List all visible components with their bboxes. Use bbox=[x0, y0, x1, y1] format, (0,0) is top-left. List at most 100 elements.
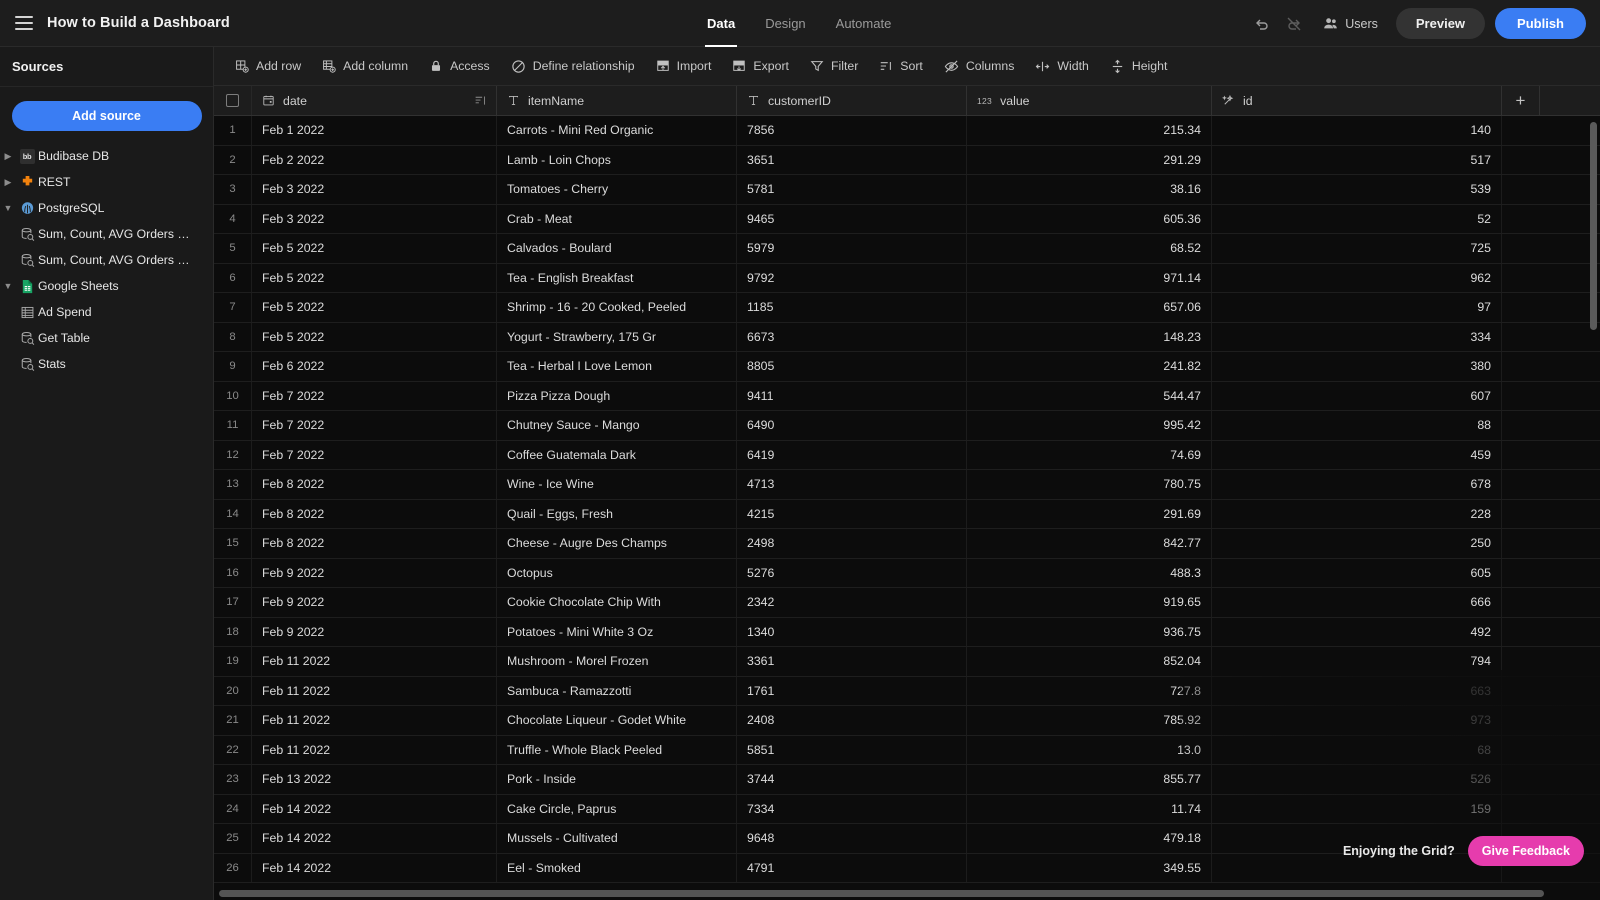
cell-customerid[interactable]: 5979 bbox=[737, 234, 967, 263]
cell-id[interactable]: 68 bbox=[1212, 735, 1502, 764]
row-number[interactable]: 8 bbox=[214, 322, 252, 351]
cell-id[interactable]: 88 bbox=[1212, 411, 1502, 440]
cell-value[interactable]: 11.74 bbox=[967, 794, 1212, 823]
table-row[interactable]: 8 Feb 5 2022 Yogurt - Strawberry, 175 Gr 66… bbox=[214, 322, 1600, 352]
row-number[interactable]: 24 bbox=[214, 794, 252, 823]
cell-value[interactable]: 936.75 bbox=[967, 617, 1212, 646]
cell-value[interactable]: 241.82 bbox=[967, 352, 1212, 381]
cell-id[interactable]: 228 bbox=[1212, 499, 1502, 528]
cell-id[interactable]: 794 bbox=[1212, 647, 1502, 676]
cell-itemname[interactable]: Wine - Ice Wine bbox=[497, 470, 737, 499]
table-row[interactable]: 15 Feb 8 2022 Cheese - Augre Des Champs 249… bbox=[214, 529, 1600, 559]
sidebar-item-google-sheets[interactable]: ▼ Google Sheets bbox=[0, 273, 213, 299]
cell-customerid[interactable]: 7856 bbox=[737, 116, 967, 145]
add-source-button[interactable]: Add source bbox=[11, 101, 202, 131]
row-number[interactable]: 16 bbox=[214, 558, 252, 587]
cell-date[interactable]: Feb 14 2022 bbox=[252, 794, 497, 823]
table-row[interactable]: 17 Feb 9 2022 Cookie Chocolate Chip With 23… bbox=[214, 588, 1600, 618]
table-row[interactable]: 14 Feb 8 2022 Quail - Eggs, Fresh 4215 291.6… bbox=[214, 499, 1600, 529]
cell-itemname[interactable]: Calvados - Boulard bbox=[497, 234, 737, 263]
cell-value[interactable]: 215.34 bbox=[967, 116, 1212, 145]
sidebar-item-rest[interactable]: ▶ REST bbox=[0, 169, 213, 195]
table-row[interactable]: 11 Feb 7 2022 Chutney Sauce - Mango 6490 995… bbox=[214, 411, 1600, 441]
add-column-header-button[interactable]: + bbox=[1502, 86, 1540, 115]
cell-id[interactable]: 140 bbox=[1212, 116, 1502, 145]
cell-customerid[interactable]: 2342 bbox=[737, 588, 967, 617]
cell-itemname[interactable]: Coffee Guatemala Dark bbox=[497, 440, 737, 469]
cell-value[interactable]: 38.16 bbox=[967, 175, 1212, 204]
row-number[interactable]: 6 bbox=[214, 263, 252, 292]
cell-date[interactable]: Feb 1 2022 bbox=[252, 116, 497, 145]
define-relationship-button[interactable]: Define relationship bbox=[502, 53, 644, 80]
cell-customerid[interactable]: 9792 bbox=[737, 263, 967, 292]
cell-itemname[interactable]: Mussels - Cultivated bbox=[497, 824, 737, 853]
cell-id[interactable]: 607 bbox=[1212, 381, 1502, 410]
table-row[interactable]: 7 Feb 5 2022 Shrimp - 16 - 20 Cooked, Peel… bbox=[214, 293, 1600, 323]
row-number[interactable]: 10 bbox=[214, 381, 252, 410]
cell-value[interactable]: 349.55 bbox=[967, 853, 1212, 882]
cell-customerid[interactable]: 9411 bbox=[737, 381, 967, 410]
cell-date[interactable]: Feb 8 2022 bbox=[252, 529, 497, 558]
column-header-value[interactable]: 123 value bbox=[967, 86, 1212, 115]
preview-button[interactable]: Preview bbox=[1395, 8, 1486, 39]
table-row[interactable]: 20 Feb 11 2022 Sambuca - Ramazzotti 1761 727… bbox=[214, 676, 1600, 706]
row-number[interactable]: 5 bbox=[214, 234, 252, 263]
height-button[interactable]: Height bbox=[1101, 53, 1177, 80]
row-number[interactable]: 22 bbox=[214, 735, 252, 764]
table-row[interactable]: 4 Feb 3 2022 Crab - Meat 9465 605.36 52 bbox=[214, 204, 1600, 234]
cell-date[interactable]: Feb 5 2022 bbox=[252, 293, 497, 322]
cell-id[interactable]: 492 bbox=[1212, 617, 1502, 646]
row-number[interactable]: 20 bbox=[214, 676, 252, 705]
table-row[interactable]: 3 Feb 3 2022 Tomatoes - Cherry 5781 38.16 539 bbox=[214, 175, 1600, 205]
table-row[interactable]: 2 Feb 2 2022 Lamb - Loin Chops 3651 291.29 51… bbox=[214, 145, 1600, 175]
cell-value[interactable]: 919.65 bbox=[967, 588, 1212, 617]
cell-id[interactable]: 973 bbox=[1212, 706, 1502, 735]
cell-id[interactable]: 678 bbox=[1212, 470, 1502, 499]
table-row[interactable]: 1 Feb 1 2022 Carrots - Mini Red Organic 785… bbox=[214, 116, 1600, 146]
publish-button[interactable]: Publish bbox=[1495, 8, 1586, 39]
cell-id[interactable]: 334 bbox=[1212, 322, 1502, 351]
cell-id[interactable]: 539 bbox=[1212, 175, 1502, 204]
row-number[interactable]: 12 bbox=[214, 440, 252, 469]
cell-date[interactable]: Feb 8 2022 bbox=[252, 470, 497, 499]
cell-id[interactable]: 380 bbox=[1212, 352, 1502, 381]
cell-customerid[interactable]: 8805 bbox=[737, 352, 967, 381]
cell-date[interactable]: Feb 11 2022 bbox=[252, 676, 497, 705]
cell-id[interactable]: 663 bbox=[1212, 676, 1502, 705]
cell-date[interactable]: Feb 2 2022 bbox=[252, 145, 497, 174]
row-number[interactable]: 17 bbox=[214, 588, 252, 617]
cell-value[interactable]: 780.75 bbox=[967, 470, 1212, 499]
tab-data[interactable]: Data bbox=[705, 0, 738, 47]
cell-id[interactable]: 97 bbox=[1212, 293, 1502, 322]
table-row[interactable]: 24 Feb 14 2022 Cake Circle, Paprus 7334 11.7… bbox=[214, 794, 1600, 824]
cell-customerid[interactable]: 5851 bbox=[737, 735, 967, 764]
add-row-button[interactable]: Add row bbox=[226, 53, 310, 80]
row-number[interactable]: 15 bbox=[214, 529, 252, 558]
chevron-right-icon[interactable]: ▶ bbox=[0, 177, 16, 188]
cell-id[interactable]: 517 bbox=[1212, 145, 1502, 174]
cell-value[interactable]: 291.29 bbox=[967, 145, 1212, 174]
cell-value[interactable]: 727.8 bbox=[967, 676, 1212, 705]
cell-date[interactable]: Feb 11 2022 bbox=[252, 706, 497, 735]
export-button[interactable]: Export bbox=[723, 53, 798, 80]
sidebar-item-stats[interactable]: Stats bbox=[0, 351, 213, 377]
row-number[interactable]: 25 bbox=[214, 824, 252, 853]
cell-itemname[interactable]: Pork - Inside bbox=[497, 765, 737, 794]
row-number[interactable]: 23 bbox=[214, 765, 252, 794]
cell-itemname[interactable]: Chutney Sauce - Mango bbox=[497, 411, 737, 440]
chevron-down-icon[interactable]: ▼ bbox=[0, 281, 16, 291]
cell-customerid[interactable]: 6419 bbox=[737, 440, 967, 469]
users-button[interactable]: Users bbox=[1315, 11, 1386, 36]
cell-id[interactable]: 459 bbox=[1212, 440, 1502, 469]
cell-value[interactable]: 657.06 bbox=[967, 293, 1212, 322]
cell-id[interactable]: 250 bbox=[1212, 529, 1502, 558]
cell-value[interactable]: 148.23 bbox=[967, 322, 1212, 351]
cell-value[interactable]: 605.36 bbox=[967, 204, 1212, 233]
sort-descending-icon[interactable] bbox=[474, 94, 487, 107]
cell-itemname[interactable]: Tea - English Breakfast bbox=[497, 263, 737, 292]
cell-itemname[interactable]: Quail - Eggs, Fresh bbox=[497, 499, 737, 528]
cell-id[interactable]: 526 bbox=[1212, 765, 1502, 794]
cell-id[interactable]: 159 bbox=[1212, 794, 1502, 823]
row-number[interactable]: 11 bbox=[214, 411, 252, 440]
row-number[interactable]: 13 bbox=[214, 470, 252, 499]
